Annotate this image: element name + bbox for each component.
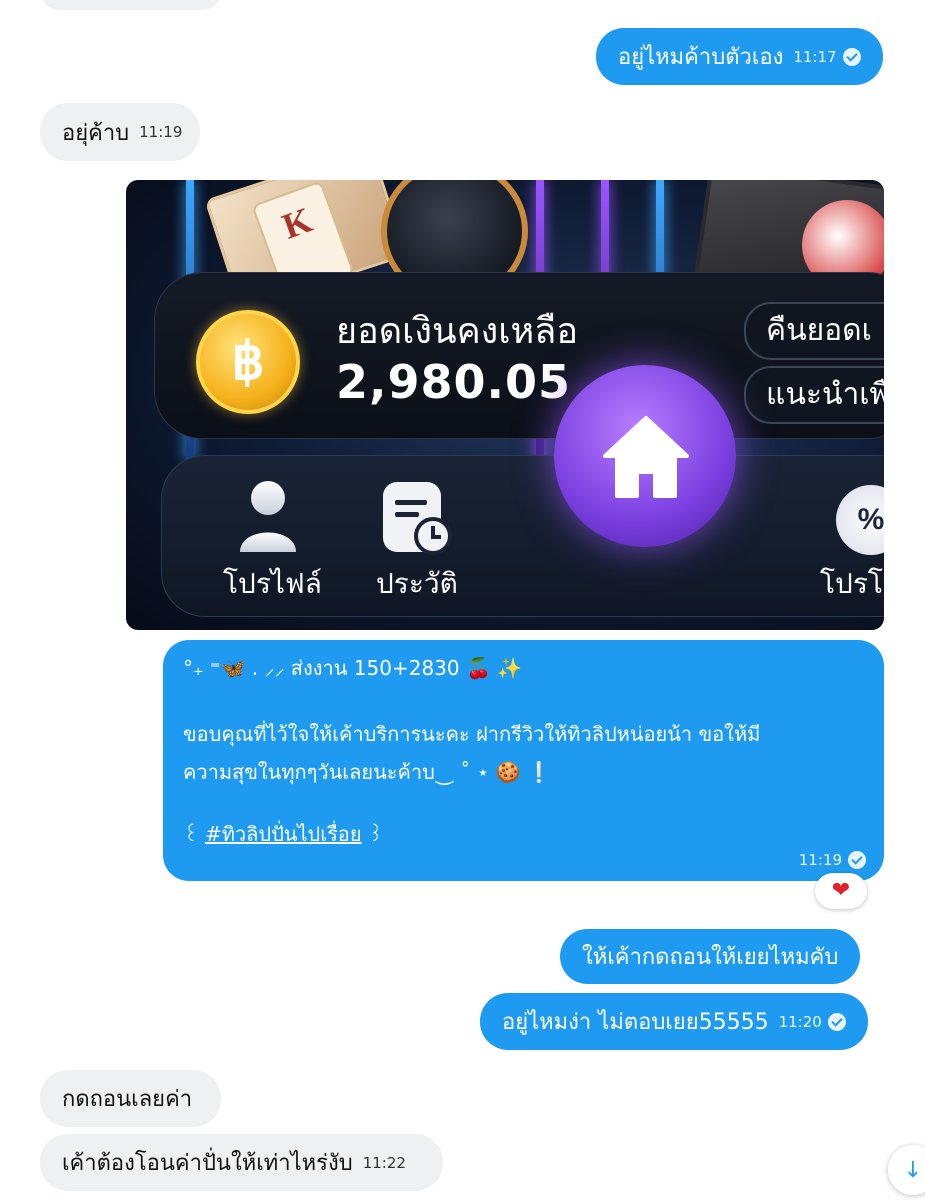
refund-pill: คืนยอดเ <box>744 302 884 360</box>
heart-icon: ❤ <box>831 878 851 903</box>
incoming-message[interactable]: อยุ่ค้าบ 11:19 <box>40 103 200 161</box>
message-time: 11:19 <box>798 851 842 869</box>
home-icon <box>603 416 689 498</box>
history-icon <box>383 482 452 555</box>
message-text: ให้เค้ากดถอนให้เยยไหมคับ <box>582 945 839 970</box>
read-check-icon <box>827 1012 846 1031</box>
message-text: อยู่ไหมค้าบตัวเอง <box>618 45 784 70</box>
balance-amount: 2,980.05 <box>336 355 571 409</box>
hashtag-link[interactable]: #ทิวลิปปั่นไปเรื่อย <box>205 822 362 846</box>
message-time-row: 11:19 <box>799 851 866 869</box>
scroll-to-bottom-button[interactable]: ↓ <box>888 1145 925 1195</box>
referral-pill: แนะนำเพื <box>744 366 884 424</box>
outgoing-message[interactable]: อยู่ไหมง่า ไม่ตอบเยย55555 11:20 <box>480 993 868 1050</box>
nav-history-label: ประวัติ <box>376 567 458 600</box>
bitcoin-coin-icon: ฿ <box>196 310 300 414</box>
profile-icon <box>240 481 296 552</box>
nav-promo-label: โปรโม <box>820 567 884 600</box>
arrow-down-icon: ↓ <box>903 1157 923 1183</box>
read-check-icon <box>848 851 866 869</box>
balance-label: ยอดเงินคงเหลือ <box>336 311 578 352</box>
message-time: 11:17 <box>793 47 837 66</box>
outgoing-message[interactable]: อยู่ไหมค้าบตัวเอง 11:17 <box>596 28 883 85</box>
message-line: °₊ ⁼🦋 . ⸝⸝ ส่งงาน 150+2830 🍒 ✨ <box>183 656 523 680</box>
nav-profile-label: โปรไฟล์ <box>223 567 322 600</box>
message-line: ขอบคุณที่ไว้ใจให้เค้าบริการนะคะ ฝากรีวิว… <box>183 722 761 746</box>
outgoing-message-long[interactable]: °₊ ⁼🦋 . ⸝⸝ ส่งงาน 150+2830 🍒 ✨ ขอบคุณที่… <box>163 640 884 881</box>
message-line: ความสุขในทุกๆวันเลยนะค้าบ⏝ ˚ ⋆ 🍪 ❕ <box>183 760 552 784</box>
heart-reaction[interactable]: ❤ <box>815 873 867 909</box>
incoming-message[interactable]: เค้าต้องโอนค่าปั่นให้เท่าไหร่งับ 11:22 <box>40 1134 443 1191</box>
tag-close: ꒱ <box>367 822 384 846</box>
message-time: 11:20 <box>778 1012 822 1031</box>
tag-open: ꒰ <box>183 822 199 846</box>
message-text: อยุ่ค้าบ <box>62 120 130 146</box>
message-text: อยู่ไหมง่า ไม่ตอบเยย55555 <box>502 1010 769 1035</box>
message-time: 11:19 <box>139 123 183 141</box>
message-text: เค้าต้องโอนค่าปั่นให้เท่าไหร่งับ <box>62 1151 353 1176</box>
incoming-message[interactable]: กดถอนเลยค่า <box>40 1070 221 1127</box>
message-time: 11:22 <box>362 1153 406 1172</box>
promo-screenshot-image[interactable]: K ฿ ยอดเงินคงเหลือ 2,980.05 คืนยอดเ แนะน… <box>126 180 884 630</box>
hashtag-line: ꒰ #ทิวลิปปั่นไปเรื่อย ꒱ <box>183 820 864 848</box>
read-check-icon <box>842 47 861 66</box>
previous-message-stub <box>40 0 222 10</box>
message-text: กดถอนเลยค่า <box>62 1087 193 1112</box>
outgoing-message[interactable]: ให้เค้ากดถอนให้เยยไหมคับ <box>560 929 861 984</box>
